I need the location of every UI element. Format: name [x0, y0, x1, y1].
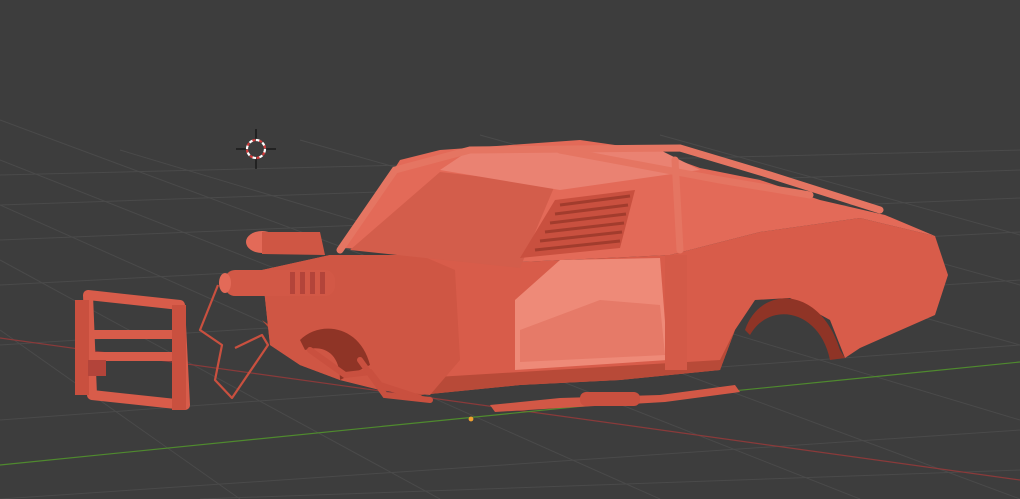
- front-bumper-guard[interactable]: [75, 290, 190, 410]
- viewport-scene[interactable]: [0, 0, 1020, 499]
- origin-dot-icon: [468, 416, 474, 422]
- 3d-viewport[interactable]: [0, 0, 1020, 499]
- front-wire-frame[interactable]: [198, 284, 270, 400]
- 3d-cursor-icon[interactable]: [236, 129, 276, 169]
